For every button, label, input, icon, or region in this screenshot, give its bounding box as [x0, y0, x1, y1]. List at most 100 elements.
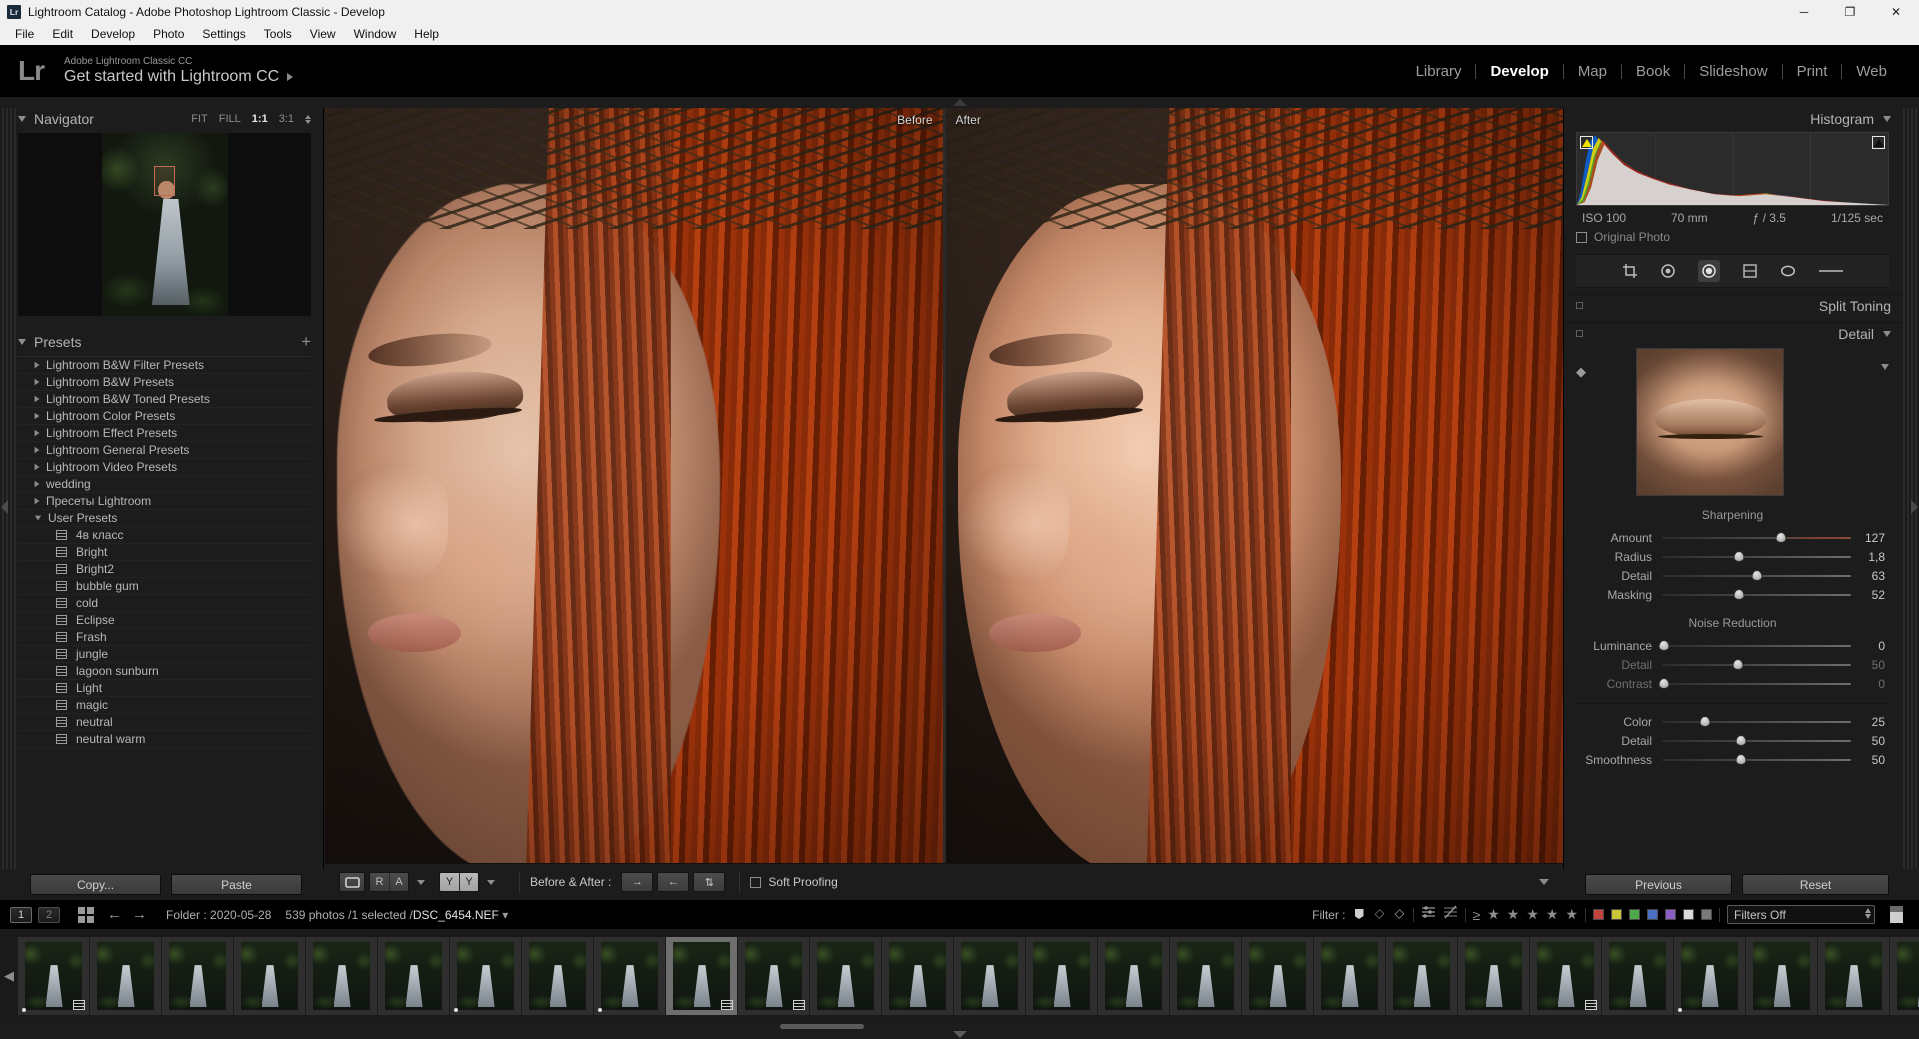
filmstrip-thumbnail[interactable]: [522, 937, 593, 1015]
filmstrip-thumbnail[interactable]: [378, 937, 449, 1015]
module-library[interactable]: Library: [1402, 63, 1476, 80]
preset-group-video[interactable]: Lightroom Video Presets: [18, 459, 311, 476]
module-map[interactable]: Map: [1564, 63, 1621, 80]
menu-photo[interactable]: Photo: [144, 25, 193, 43]
slider-smoothness[interactable]: Smoothness 50: [1576, 750, 1885, 769]
color-label-blue[interactable]: [1647, 909, 1658, 920]
chevron-down-icon[interactable]: [18, 339, 26, 345]
chevron-right-icon[interactable]: [35, 396, 40, 402]
slider-radius[interactable]: Radius 1,8: [1576, 547, 1885, 566]
filter-preset-select[interactable]: Filters Off: [1727, 905, 1875, 924]
color-label-yellow[interactable]: [1611, 909, 1622, 920]
previous-button[interactable]: Previous: [1585, 874, 1732, 895]
crop-overlay-icon[interactable]: [1622, 263, 1638, 279]
color-label-red[interactable]: [1593, 909, 1604, 920]
filmstrip-thumbnail[interactable]: [1170, 937, 1241, 1015]
preset-group-color[interactable]: Lightroom Color Presets: [18, 408, 311, 425]
filmstrip-thumbnail[interactable]: [738, 937, 809, 1015]
zoom-3-1[interactable]: 3:1: [279, 113, 294, 125]
filmstrip-thumbnail[interactable]: [1314, 937, 1385, 1015]
filmstrip-thumbnail[interactable]: [1890, 937, 1919, 1015]
chevron-down-icon[interactable]: [35, 516, 41, 521]
navigator-region-of-interest[interactable]: [154, 166, 175, 196]
slider-value[interactable]: 63: [1851, 569, 1885, 583]
chevron-down-icon[interactable]: [417, 880, 425, 885]
filmstrip-thumbnail[interactable]: [162, 937, 233, 1015]
zoom-1-1[interactable]: 1:1: [252, 113, 268, 125]
chevron-right-icon[interactable]: [35, 379, 40, 385]
slider-masking[interactable]: Masking 52: [1576, 585, 1885, 604]
preset-group-effect[interactable]: Lightroom Effect Presets: [18, 425, 311, 442]
filmstrip[interactable]: ◀: [0, 929, 1919, 1023]
split-toning-header[interactable]: Split Toning: [1564, 294, 1901, 316]
zoom-fit[interactable]: FIT: [191, 113, 208, 125]
slider-color-detail[interactable]: Detail 50: [1576, 731, 1885, 750]
mode-a[interactable]: A: [389, 873, 408, 891]
minimize-button[interactable]: ─: [1781, 0, 1827, 23]
slider-track[interactable]: [1662, 735, 1851, 747]
chevron-down-icon[interactable]: [487, 880, 495, 885]
filmstrip-thumbnail[interactable]: [594, 937, 665, 1015]
filmstrip-thumbnail[interactable]: [1818, 937, 1889, 1015]
adjustment-brush-icon[interactable]: [1818, 266, 1844, 276]
chevron-right-icon[interactable]: [35, 447, 40, 453]
filmstrip-thumbnail[interactable]: [954, 937, 1025, 1015]
original-photo-row[interactable]: Original Photo: [1576, 230, 1889, 244]
menu-tools[interactable]: Tools: [255, 25, 301, 43]
edited-filter-icon[interactable]: [1421, 905, 1436, 924]
filmstrip-thumbnail[interactable]: [1386, 937, 1457, 1015]
chevron-right-icon[interactable]: [35, 430, 40, 436]
preset-item[interactable]: Frash: [18, 629, 311, 646]
preset-item[interactable]: magic: [18, 697, 311, 714]
flag-rejected-icon[interactable]: [1393, 908, 1406, 921]
star-1-icon[interactable]: ★: [1487, 906, 1500, 923]
detail-preview-toggle-icon[interactable]: [1881, 364, 1889, 370]
slider-luminance-contrast[interactable]: Contrast 0: [1576, 674, 1885, 693]
filmstrip-thumbnail[interactable]: [1242, 937, 1313, 1015]
star-2-icon[interactable]: ★: [1507, 906, 1520, 923]
top-panel-toggle-icon[interactable]: [953, 99, 967, 106]
loupe-view-icon[interactable]: [339, 872, 365, 892]
flag-picked-icon[interactable]: [1353, 908, 1366, 921]
module-web[interactable]: Web: [1842, 63, 1901, 80]
star-3-icon[interactable]: ★: [1526, 906, 1539, 923]
filmstrip-thumbnail[interactable]: [1458, 937, 1529, 1015]
before-image-pane[interactable]: Before: [325, 108, 943, 863]
right-panel-toggle-icon[interactable]: [1911, 500, 1918, 514]
filmstrip-thumbnail[interactable]: [18, 937, 89, 1015]
spot-removal-icon[interactable]: [1660, 263, 1676, 279]
presets-header[interactable]: Presets +: [18, 331, 323, 353]
slider-track[interactable]: [1662, 716, 1851, 728]
color-label-none[interactable]: [1701, 909, 1712, 920]
menu-help[interactable]: Help: [405, 25, 448, 43]
before-after-mode-ra[interactable]: R A: [369, 872, 433, 892]
copy-button[interactable]: Copy...: [30, 874, 161, 895]
slider-track[interactable]: [1662, 754, 1851, 766]
histogram-chart[interactable]: [1576, 132, 1889, 206]
identity-plate[interactable]: Adobe Lightroom Classic CC Get started w…: [64, 56, 293, 86]
star-5-icon[interactable]: ★: [1565, 906, 1578, 923]
red-eye-correction-icon[interactable]: [1698, 260, 1720, 282]
menu-view[interactable]: View: [301, 25, 345, 43]
navigator-preview[interactable]: [18, 133, 311, 316]
radial-filter-icon[interactable]: [1780, 263, 1796, 279]
chevron-right-icon[interactable]: [35, 362, 40, 368]
mode-y-right[interactable]: Y: [459, 873, 478, 891]
slider-color[interactable]: Color 25: [1576, 712, 1885, 731]
slider-track[interactable]: [1662, 551, 1851, 563]
slider-value[interactable]: 1,8: [1851, 550, 1885, 564]
menu-settings[interactable]: Settings: [193, 25, 254, 43]
menu-edit[interactable]: Edit: [43, 25, 82, 43]
navigate-back-icon[interactable]: ←: [107, 906, 122, 923]
module-develop[interactable]: Develop: [1476, 63, 1562, 80]
slider-track[interactable]: [1662, 678, 1851, 690]
slider-amount[interactable]: Amount 127: [1576, 528, 1885, 547]
preset-item[interactable]: 4в класс: [18, 527, 311, 544]
shadow-clipping-indicator[interactable]: [1580, 136, 1593, 149]
color-label-green[interactable]: [1629, 909, 1640, 920]
preset-group-bw-toned[interactable]: Lightroom B&W Toned Presets: [18, 391, 311, 408]
unedited-filter-icon[interactable]: [1443, 905, 1458, 924]
filmstrip-thumbnail[interactable]: [1026, 937, 1097, 1015]
zoom-fill[interactable]: FILL: [219, 113, 241, 125]
filmstrip-thumbnail[interactable]: [1746, 937, 1817, 1015]
